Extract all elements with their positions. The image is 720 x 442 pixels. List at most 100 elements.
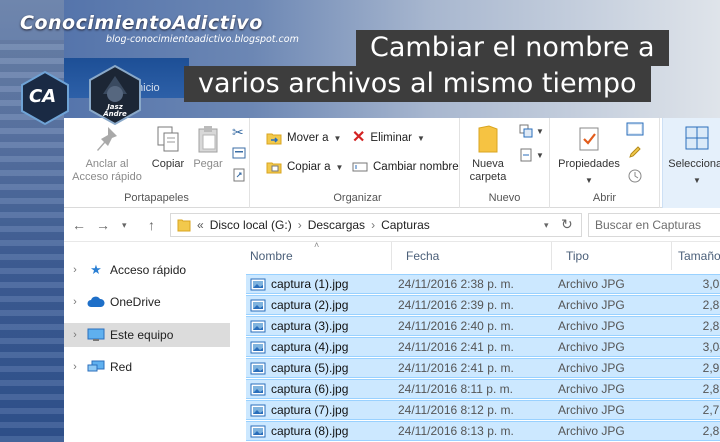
file-name-cell[interactable]: captura (5).jpg (246, 361, 398, 375)
file-name-cell[interactable]: captura (6).jpg (246, 382, 398, 396)
history-icon[interactable] (627, 168, 643, 184)
delete-button[interactable]: ✕ Eliminar ▼ (352, 130, 425, 146)
file-date: 24/11/2016 2:41 p. m. (398, 340, 514, 354)
navigation-pane: › ★ Acceso rápido › OneDrive › Este equi… (64, 242, 234, 442)
file-type: Archivo JPG (558, 361, 625, 375)
file-row[interactable]: captura (3).jpg 24/11/2016 2:40 p. m. Arch… (246, 316, 720, 336)
file-name-cell[interactable]: captura (1).jpg (246, 277, 398, 291)
file-date: 24/11/2016 2:40 p. m. (398, 319, 514, 333)
file-name-cell[interactable]: captura (8).jpg (246, 424, 398, 438)
expand-chevron-icon[interactable]: › (64, 329, 86, 341)
file-row[interactable]: captura (7).jpg 24/11/2016 8:12 p. m. Arch… (246, 400, 720, 420)
portapapeles-label: Portapapeles (124, 192, 189, 204)
new-folder-button[interactable]: Nueva carpeta (466, 124, 510, 184)
edit-icon[interactable] (627, 144, 643, 160)
file-row[interactable]: captura (2).jpg 24/11/2016 2:39 p. m. Arch… (246, 295, 720, 315)
paste-button[interactable]: Pegar (190, 124, 226, 171)
breadcrumb-disco-local[interactable]: Disco local (G:) (210, 218, 292, 232)
file-name: captura (6).jpg (271, 382, 349, 396)
copy-to-button[interactable]: Copiar a ▼ (266, 160, 343, 174)
jpg-file-icon (250, 362, 266, 374)
copy-path-icon[interactable] (232, 147, 246, 159)
copy-button[interactable]: Copiar (146, 124, 190, 171)
column-header-size[interactable]: Tamaño (672, 242, 720, 270)
column-header-date[interactable]: Fecha (392, 242, 552, 270)
nav-item-red[interactable]: › Red (64, 355, 230, 379)
new-item-icon[interactable] (518, 123, 534, 139)
search-input[interactable]: Buscar en Capturas (588, 213, 720, 237)
paste-shortcut-icon[interactable] (233, 168, 245, 182)
select-button[interactable]: Seleccionar ▼ (667, 124, 720, 187)
nav-item-este-equipo[interactable]: › Este equipo (64, 323, 230, 347)
address-field[interactable]: « Disco local (G:) › Descargas › Captura… (170, 213, 582, 237)
nav-item-onedrive[interactable]: › OneDrive (64, 290, 230, 314)
organizar-label: Organizar (333, 192, 382, 204)
forward-arrow-icon[interactable]: → (96, 217, 110, 233)
file-name: captura (7).jpg (271, 403, 349, 417)
file-row[interactable]: captura (6).jpg 24/11/2016 8:11 p. m. Arch… (246, 379, 720, 399)
rename-icon (352, 162, 368, 172)
copy-to-label: Copiar a (287, 161, 331, 173)
file-size: 2,88 (702, 424, 720, 438)
group-organizar: Mover a ▼ Copiar a ▼ ✕ Eliminar ▼ Cambiar n… (256, 118, 460, 208)
file-name: captura (2).jpg (271, 298, 349, 312)
file-name-cell[interactable]: captura (4).jpg (246, 340, 398, 354)
expand-chevron-icon[interactable]: › (64, 361, 86, 373)
file-row[interactable]: captura (8).jpg 24/11/2016 8:13 p. m. Arch… (246, 421, 720, 441)
file-size: 2,88 (702, 298, 720, 312)
paste-label: Pegar (193, 158, 223, 170)
file-row[interactable]: captura (4).jpg 24/11/2016 2:41 p. m. Arch… (246, 337, 720, 357)
jpg-file-icon (250, 341, 266, 353)
chevron-down-icon: ▼ (335, 162, 344, 172)
file-row[interactable]: captura (5).jpg 24/11/2016 2:41 p. m. Arch… (246, 358, 720, 378)
group-nuevo: Nueva carpeta ▼ ▼ Nuevo (460, 118, 550, 208)
up-arrow-icon[interactable]: ↑ (148, 217, 155, 233)
breadcrumb-capturas[interactable]: Capturas (381, 218, 430, 232)
open-icon[interactable] (626, 122, 644, 136)
computer-icon (86, 328, 106, 342)
column-header-type[interactable]: Tipo (552, 242, 672, 270)
star-icon: ★ (90, 262, 102, 277)
properties-button[interactable]: Propiedades ▼ (554, 124, 624, 187)
pin-label: Anclar al Acceso rápido (72, 158, 142, 183)
address-prefix[interactable]: « (197, 218, 204, 232)
rename-label: Cambiar nombre (373, 161, 459, 173)
rename-button[interactable]: Cambiar nombre (352, 160, 459, 174)
cut-icon[interactable]: ✂ (232, 124, 244, 141)
network-icon (86, 360, 106, 374)
file-row[interactable]: captura (1).jpg 24/11/2016 2:38 p. m. Arch… (246, 274, 720, 294)
move-folder-icon (266, 133, 282, 145)
file-date: 24/11/2016 2:38 p. m. (398, 277, 514, 291)
address-dropdown-icon[interactable]: ▾ (544, 220, 549, 231)
file-date: 24/11/2016 2:39 p. m. (398, 298, 514, 312)
back-arrow-icon[interactable]: ← (72, 217, 86, 233)
move-to-button[interactable]: Mover a ▼ (266, 131, 341, 145)
nav-item-acceso-rapido[interactable]: › ★ Acceso rápido (64, 258, 230, 282)
cloud-icon (86, 296, 106, 308)
checkmark-doc-icon (579, 127, 599, 151)
recent-chevron-icon[interactable]: ▾ (122, 220, 127, 231)
headline-line-1: Cambiar el nombre a (356, 30, 669, 66)
expand-chevron-icon[interactable]: › (64, 296, 86, 308)
expand-chevron-icon[interactable]: › (64, 264, 86, 276)
breadcrumb-separator-icon: › (371, 218, 376, 232)
chevron-down-icon: ▼ (416, 133, 425, 143)
folder-icon (478, 125, 498, 153)
select-label: Seleccionar (668, 158, 720, 170)
file-name-cell[interactable]: captura (2).jpg (246, 298, 398, 312)
file-date: 24/11/2016 8:13 p. m. (398, 424, 514, 438)
pin-quick-access-button[interactable]: Anclar al Acceso rápido (68, 124, 146, 184)
easy-access-icon[interactable] (518, 147, 534, 163)
file-size: 3,03 (702, 277, 720, 291)
refresh-icon[interactable]: ↻ (561, 216, 573, 233)
file-name-cell[interactable]: captura (7).jpg (246, 403, 398, 417)
paste-icon (198, 126, 218, 153)
breadcrumb-descargas[interactable]: Descargas (308, 218, 365, 232)
chevron-down-icon: ▼ (333, 133, 342, 143)
file-name-cell[interactable]: captura (3).jpg (246, 319, 398, 333)
column-header-name[interactable]: Nombre (236, 242, 392, 270)
file-list: ˄ Nombre Fecha Tipo Tamaño captura (1).j… (234, 240, 720, 442)
file-type: Archivo JPG (558, 424, 625, 438)
jpg-file-icon (250, 299, 266, 311)
breadcrumb-separator-icon: › (297, 218, 302, 232)
